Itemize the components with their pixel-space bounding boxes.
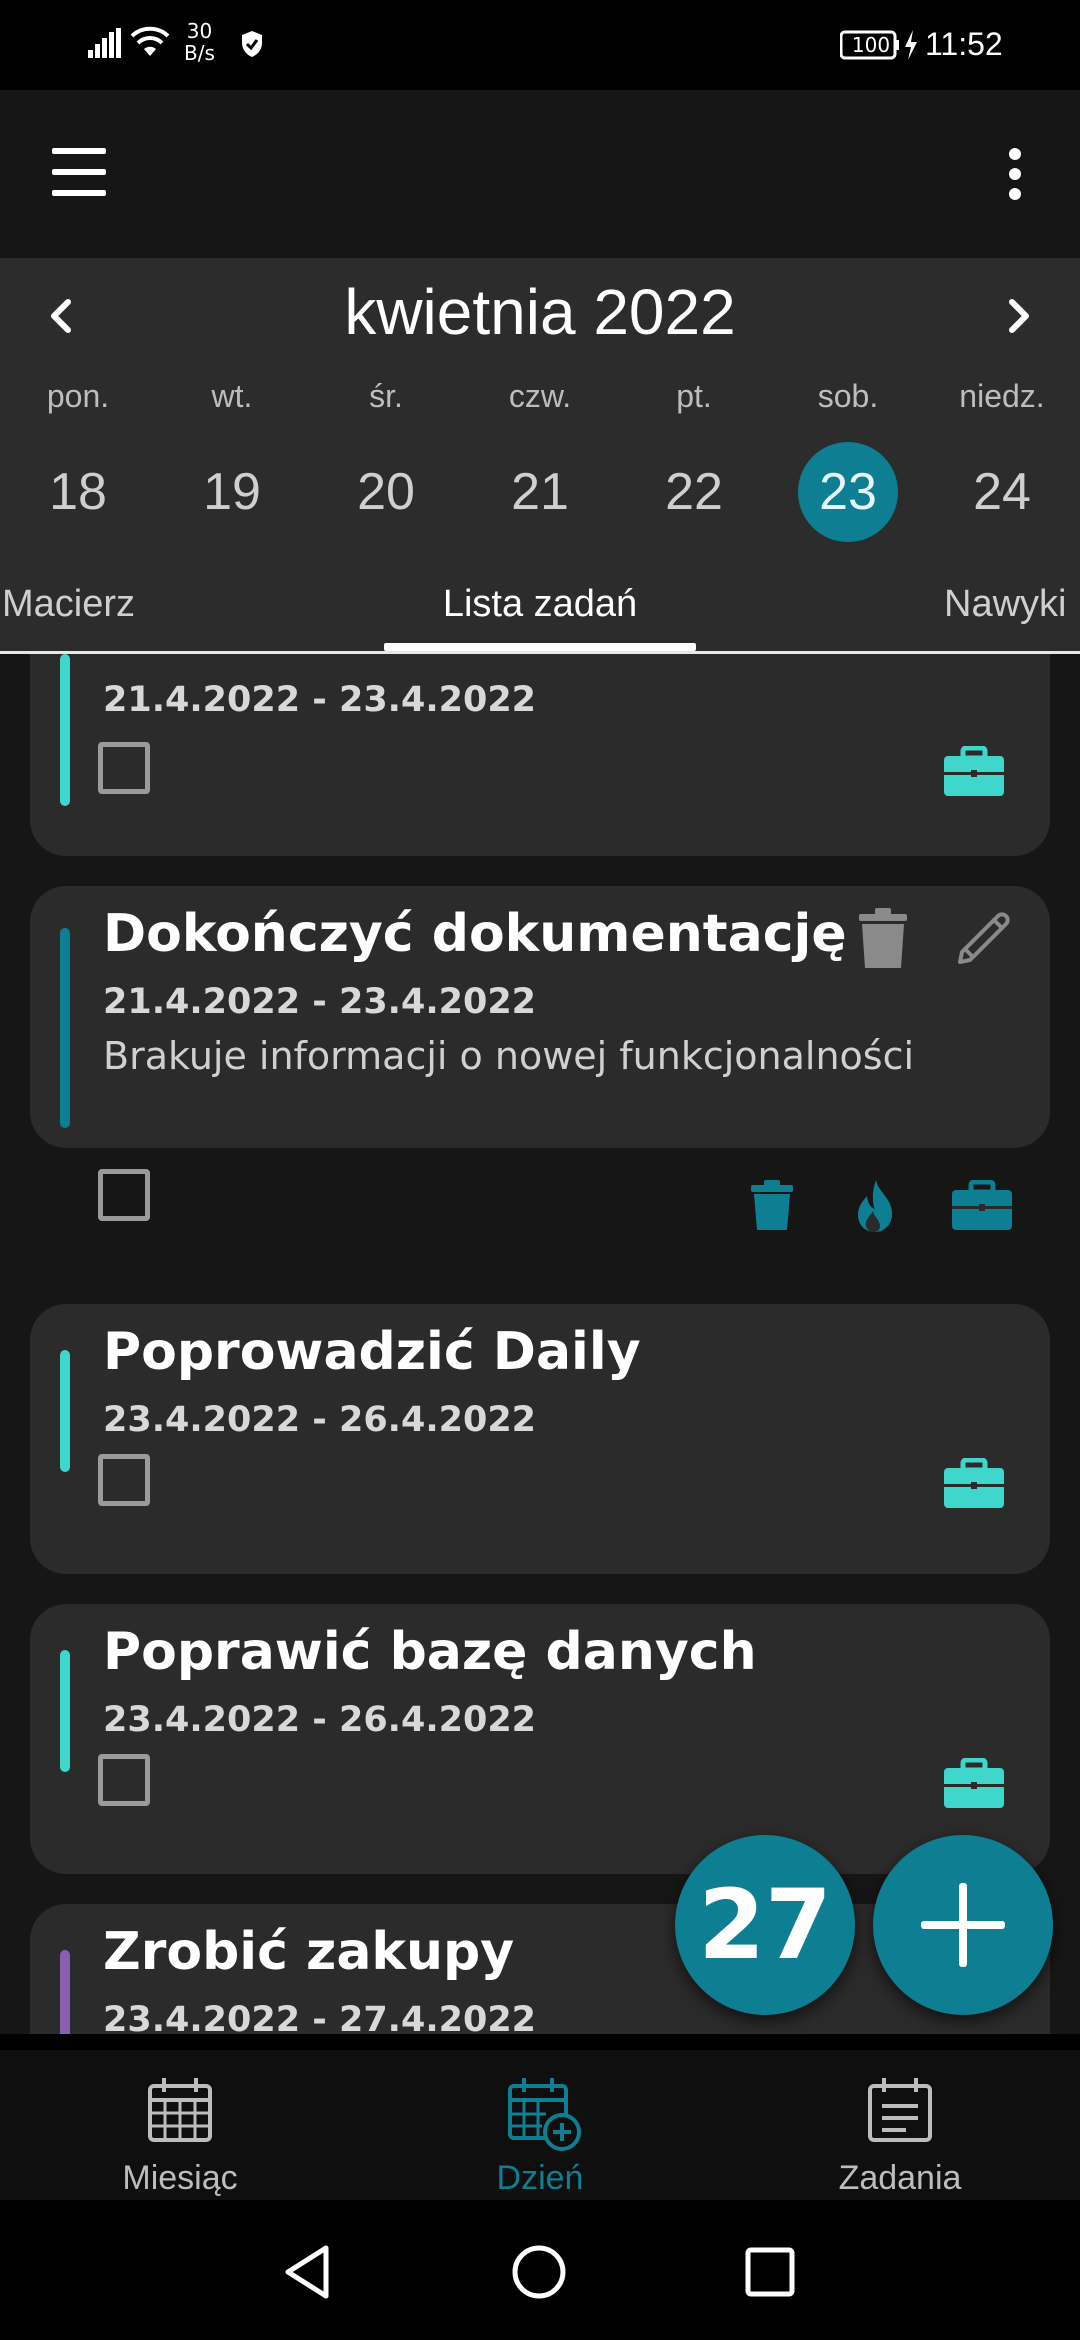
day-name: pon. — [46, 378, 110, 414]
day-name: wt. — [211, 378, 253, 414]
task-dates: 23.4.2022 - 27.4.2022 — [103, 2000, 537, 2034]
task-card[interactable]: Poprawić bazę danych 23.4.2022 - 26.4.20… — [30, 1604, 1050, 1874]
bottom-navigation: Miesiąc Dzień Zadania — [0, 2050, 1080, 2200]
status-bar: 30 B/s 100 11:52 — [0, 0, 1080, 90]
tab-lista-zadan[interactable]: Lista zadań — [384, 580, 696, 628]
day-number: 20 — [357, 463, 415, 521]
battery-level: 100 — [851, 33, 891, 57]
day-number: 19 — [203, 463, 261, 521]
day-number-selected: 23 — [798, 442, 898, 542]
day-tuesday[interactable]: wt. 19 — [155, 376, 309, 542]
network-speed: 30 B/s — [184, 19, 215, 65]
home-icon[interactable] — [511, 2244, 567, 2300]
fire-icon — [858, 1180, 892, 1232]
tab-macierz[interactable]: Macierz — [2, 580, 135, 628]
back-icon[interactable] — [282, 2244, 332, 2300]
priority-stripe — [60, 1950, 70, 2034]
task-count-button[interactable]: 27 — [675, 1835, 855, 2015]
recent-apps-icon[interactable] — [744, 2246, 796, 2298]
nav-label: Miesiąc — [122, 2159, 238, 2197]
day-wednesday[interactable]: śr. 20 — [309, 376, 463, 542]
task-checkbox[interactable] — [98, 742, 150, 794]
clock: 11:52 — [925, 26, 1003, 62]
task-checkbox[interactable] — [98, 1169, 150, 1221]
system-navigation-bar — [0, 2200, 1080, 2340]
plus-icon — [921, 1883, 1005, 1967]
signal-icon — [88, 28, 121, 58]
view-tabs: Macierz Lista zadań Nawyki — [0, 558, 1080, 654]
wifi-icon — [130, 26, 170, 56]
day-friday[interactable]: pt. 22 — [617, 376, 771, 542]
day-number: 21 — [511, 463, 569, 521]
task-card[interactable]: Poprowadzić Daily 23.4.2022 - 26.4.2022 — [30, 1304, 1050, 1574]
day-name: niedz. — [959, 378, 1045, 414]
day-name: śr. — [369, 378, 403, 414]
add-task-button[interactable] — [873, 1835, 1053, 2015]
day-number: 18 — [49, 463, 107, 521]
briefcase-icon — [952, 1180, 1012, 1230]
charging-icon — [905, 30, 917, 60]
tab-indicator — [384, 643, 696, 651]
task-title: Poprawić bazę danych — [103, 1622, 757, 1682]
task-dates: 23.4.2022 - 26.4.2022 — [103, 1700, 537, 1740]
priority-stripe — [60, 1650, 70, 1772]
tab-nawyki[interactable]: Nawyki — [944, 580, 1066, 628]
task-dates: 23.4.2022 - 26.4.2022 — [103, 1400, 537, 1440]
priority-stripe — [60, 1350, 70, 1472]
task-list[interactable]: 21.4.2022 - 23.4.2022 Dokończyć dokument… — [0, 654, 1080, 2034]
nav-label: Dzień — [496, 2159, 584, 2197]
briefcase-icon — [944, 1758, 1004, 1808]
day-name: sob. — [817, 378, 879, 414]
task-title: Poprowadzić Daily — [103, 1322, 641, 1382]
task-dates: 21.4.2022 - 23.4.2022 — [103, 982, 537, 1022]
app-bar — [0, 90, 1080, 258]
task-title: Dokończyć dokumentację — [103, 904, 847, 964]
task-dates: 21.4.2022 - 23.4.2022 — [103, 680, 537, 720]
task-title: Zrobić zakupy — [103, 1922, 515, 1982]
shield-icon — [242, 31, 262, 57]
nav-label: Zadania — [838, 2159, 962, 2197]
previous-week-icon[interactable] — [40, 288, 80, 344]
edit-task-icon[interactable] — [954, 908, 1014, 968]
week-calendar: kwietnia 2022 pon. 18 wt. 19 śr. 20 czw.… — [0, 258, 1080, 558]
day-sunday[interactable]: niedz. 24 — [925, 376, 1079, 542]
day-saturday-selected[interactable]: sob. 23 — [771, 376, 925, 542]
task-checkbox[interactable] — [98, 1754, 150, 1806]
task-description: Brakuje informacji o nowej funkcjonalnoś… — [103, 1034, 915, 1078]
delete-task-icon[interactable] — [858, 908, 908, 970]
day-number: 22 — [665, 463, 723, 521]
calendar-add-icon — [508, 2078, 581, 2151]
day-number: 24 — [973, 463, 1031, 521]
task-card[interactable]: Dokończyć dokumentację 21.4.2022 - 23.4.… — [30, 886, 1050, 1232]
day-thursday[interactable]: czw. 21 — [463, 376, 617, 542]
calendar-month-icon — [148, 2078, 212, 2142]
task-card[interactable]: 21.4.2022 - 23.4.2022 — [30, 654, 1050, 856]
task-list-icon — [868, 2078, 932, 2142]
briefcase-icon — [944, 1458, 1004, 1508]
priority-stripe — [60, 928, 70, 1128]
hamburger-menu-icon[interactable] — [52, 146, 108, 198]
day-name: czw. — [508, 378, 572, 414]
task-checkbox[interactable] — [98, 1454, 150, 1506]
day-name: pt. — [676, 378, 712, 414]
next-week-icon[interactable] — [1000, 288, 1040, 344]
more-options-icon[interactable] — [1000, 146, 1030, 206]
trash-icon — [751, 1180, 793, 1230]
priority-stripe — [60, 654, 70, 806]
month-title[interactable]: kwietnia 2022 — [240, 272, 840, 352]
day-monday[interactable]: pon. 18 — [1, 376, 155, 542]
briefcase-icon — [944, 746, 1004, 796]
